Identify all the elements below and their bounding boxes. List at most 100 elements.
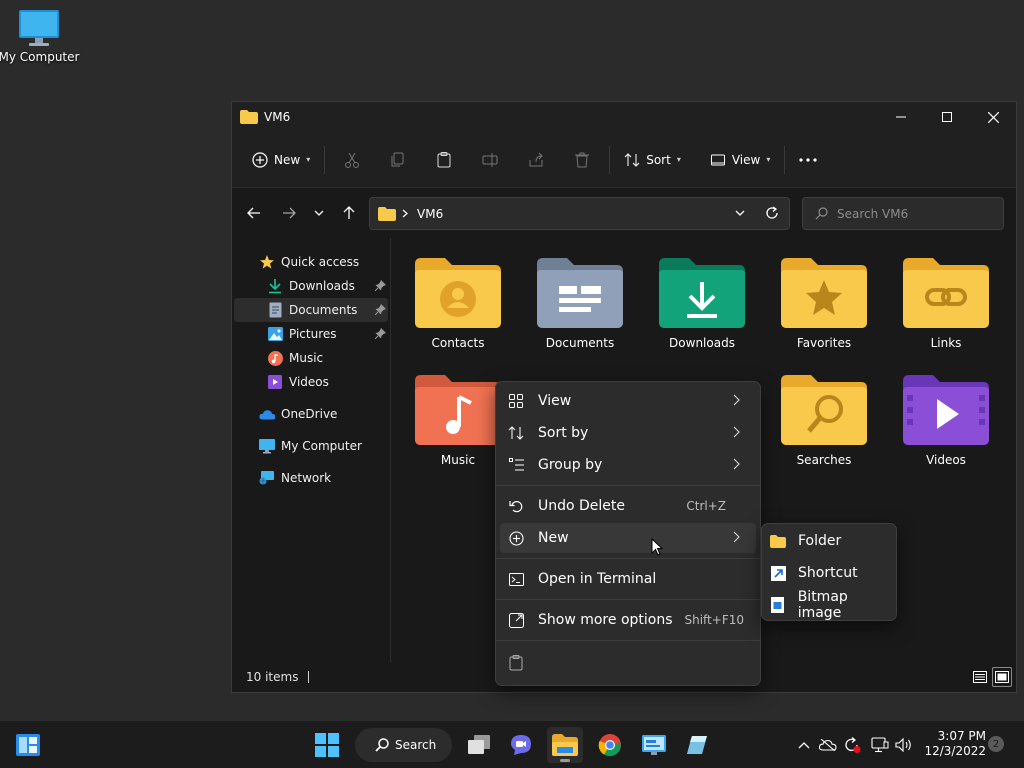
forward-button[interactable] (273, 197, 305, 229)
network-tray-button[interactable] (870, 735, 890, 755)
search-icon (375, 738, 389, 752)
taskbar-search-button[interactable]: Search (355, 728, 452, 762)
context-menu: View Sort by Group by Undo Delete Ctrl+Z… (495, 381, 761, 686)
widgets-icon (16, 734, 40, 756)
searches-folder-icon (781, 375, 867, 445)
search-input[interactable]: Search VM6 (802, 197, 1004, 230)
taskbar-chrome[interactable] (592, 727, 628, 763)
menu-item-new[interactable]: New (500, 523, 756, 553)
taskbar-clock[interactable]: 3:07 PM 12/3/2022 (920, 729, 986, 759)
back-button[interactable] (238, 197, 270, 229)
menu-paste-button[interactable] (500, 648, 540, 678)
show-hidden-icons-button[interactable] (794, 735, 814, 755)
title-bar[interactable]: VM6 (232, 102, 1016, 132)
breadcrumb-item[interactable]: VM6 (417, 207, 443, 221)
sort-button-label: Sort (646, 152, 671, 167)
see-more-button[interactable] (789, 144, 827, 176)
chevron-right-icon (733, 531, 740, 543)
maximize-button[interactable] (924, 102, 970, 132)
desktop-icon-my-computer[interactable]: My Computer (0, 8, 79, 64)
task-view-icon (468, 735, 490, 755)
clipboard-icon (436, 151, 452, 168)
address-bar[interactable]: VM6 (369, 197, 790, 230)
taskbar-app[interactable] (679, 727, 715, 763)
copy-button[interactable] (375, 144, 421, 176)
sidebar-item-music[interactable]: Music (234, 346, 388, 370)
menu-item-undo-delete[interactable]: Undo Delete Ctrl+Z (500, 491, 756, 521)
sidebar-item-quick-access[interactable]: Quick access (234, 250, 388, 274)
update-tray-button[interactable] (842, 735, 862, 755)
sidebar-item-videos[interactable]: Videos (234, 370, 388, 394)
refresh-icon[interactable] (765, 206, 779, 220)
sidebar-item-documents[interactable]: Documents (234, 298, 388, 322)
documents-folder-icon (537, 258, 623, 328)
control-panel-icon (642, 735, 666, 755)
folder-item-favorites[interactable]: Favorites (769, 258, 879, 366)
sidebar-item-downloads[interactable]: Downloads (234, 274, 388, 298)
folder-item-links[interactable]: Links (891, 258, 1001, 366)
onedrive-tray-button[interactable] (818, 735, 838, 755)
cut-button[interactable] (329, 144, 375, 176)
taskbar: Search 3:07 PM 12/3/2022 2 (0, 720, 1024, 768)
taskbar-control-panel[interactable] (636, 727, 672, 763)
new-button[interactable]: New ▾ (242, 144, 320, 176)
notification-badge[interactable]: 2 (988, 736, 1004, 752)
recent-locations-button[interactable] (305, 197, 333, 229)
sidebar-item-label: Downloads (289, 279, 355, 293)
folder-item-documents[interactable]: Documents (525, 258, 635, 366)
menu-item-sort-by[interactable]: Sort by (500, 418, 756, 448)
folder-icon (378, 206, 396, 221)
minimize-button[interactable] (878, 102, 924, 132)
sidebar-item-pictures[interactable]: Pictures (234, 322, 388, 346)
task-view-button[interactable] (461, 727, 497, 763)
pin-icon (375, 280, 386, 291)
address-history-dropdown[interactable] (735, 210, 745, 216)
chat-button[interactable] (503, 727, 539, 763)
rename-button[interactable] (467, 144, 513, 176)
submenu-item-shortcut[interactable]: Shortcut (766, 558, 894, 588)
sidebar-item-my-computer[interactable]: My Computer (234, 434, 388, 458)
arrow-left-icon (247, 207, 261, 219)
submenu-item-folder[interactable]: Folder (766, 526, 894, 556)
sort-button[interactable]: Sort ▾ (614, 144, 691, 176)
folder-item-searches[interactable]: Searches (769, 375, 879, 483)
menu-item-group-by[interactable]: Group by (500, 450, 756, 480)
folder-item-contacts[interactable]: Contacts (403, 258, 513, 366)
large-icons-view-button[interactable] (992, 667, 1012, 687)
menu-item-show-more-options[interactable]: Show more options Shift+F10 (500, 605, 756, 635)
folder-label: Downloads (669, 336, 735, 350)
folder-label: Contacts (431, 336, 485, 350)
start-button[interactable] (309, 727, 345, 763)
taskbar-search-label: Search (395, 738, 437, 752)
paste-button[interactable] (421, 144, 467, 176)
cloud-offline-icon (819, 739, 837, 751)
scissors-icon (344, 152, 360, 168)
details-view-button[interactable] (970, 667, 990, 687)
clipboard-icon (508, 655, 524, 671)
folder-label: Favorites (796, 336, 852, 350)
menu-item-label: Group by (538, 457, 603, 473)
sidebar-item-network[interactable]: Network (234, 466, 388, 490)
delete-button[interactable] (559, 144, 605, 176)
folder-item-videos[interactable]: Videos (891, 375, 1001, 483)
rename-icon (482, 152, 498, 168)
widgets-button[interactable] (10, 727, 46, 763)
pictures-icon (267, 326, 283, 342)
menu-item-open-in-terminal[interactable]: Open in Terminal (500, 564, 756, 594)
sidebar-item-label: Videos (289, 375, 329, 389)
document-icon (267, 302, 283, 318)
sidebar-item-label: Quick access (281, 255, 360, 269)
view-button[interactable]: View ▾ (700, 144, 781, 176)
sidebar-item-onedrive[interactable]: OneDrive (234, 402, 388, 426)
menu-divider (496, 599, 760, 600)
close-button[interactable] (970, 102, 1016, 132)
view-icon (710, 152, 726, 168)
submenu-item-bitmap-image[interactable]: Bitmap image (766, 589, 894, 621)
taskbar-file-explorer[interactable] (547, 727, 583, 763)
up-button[interactable] (333, 197, 365, 229)
copy-icon (390, 152, 406, 168)
folder-item-downloads[interactable]: Downloads (647, 258, 757, 366)
volume-tray-button[interactable] (894, 735, 914, 755)
menu-item-view[interactable]: View (500, 386, 756, 416)
share-button[interactable] (513, 144, 559, 176)
